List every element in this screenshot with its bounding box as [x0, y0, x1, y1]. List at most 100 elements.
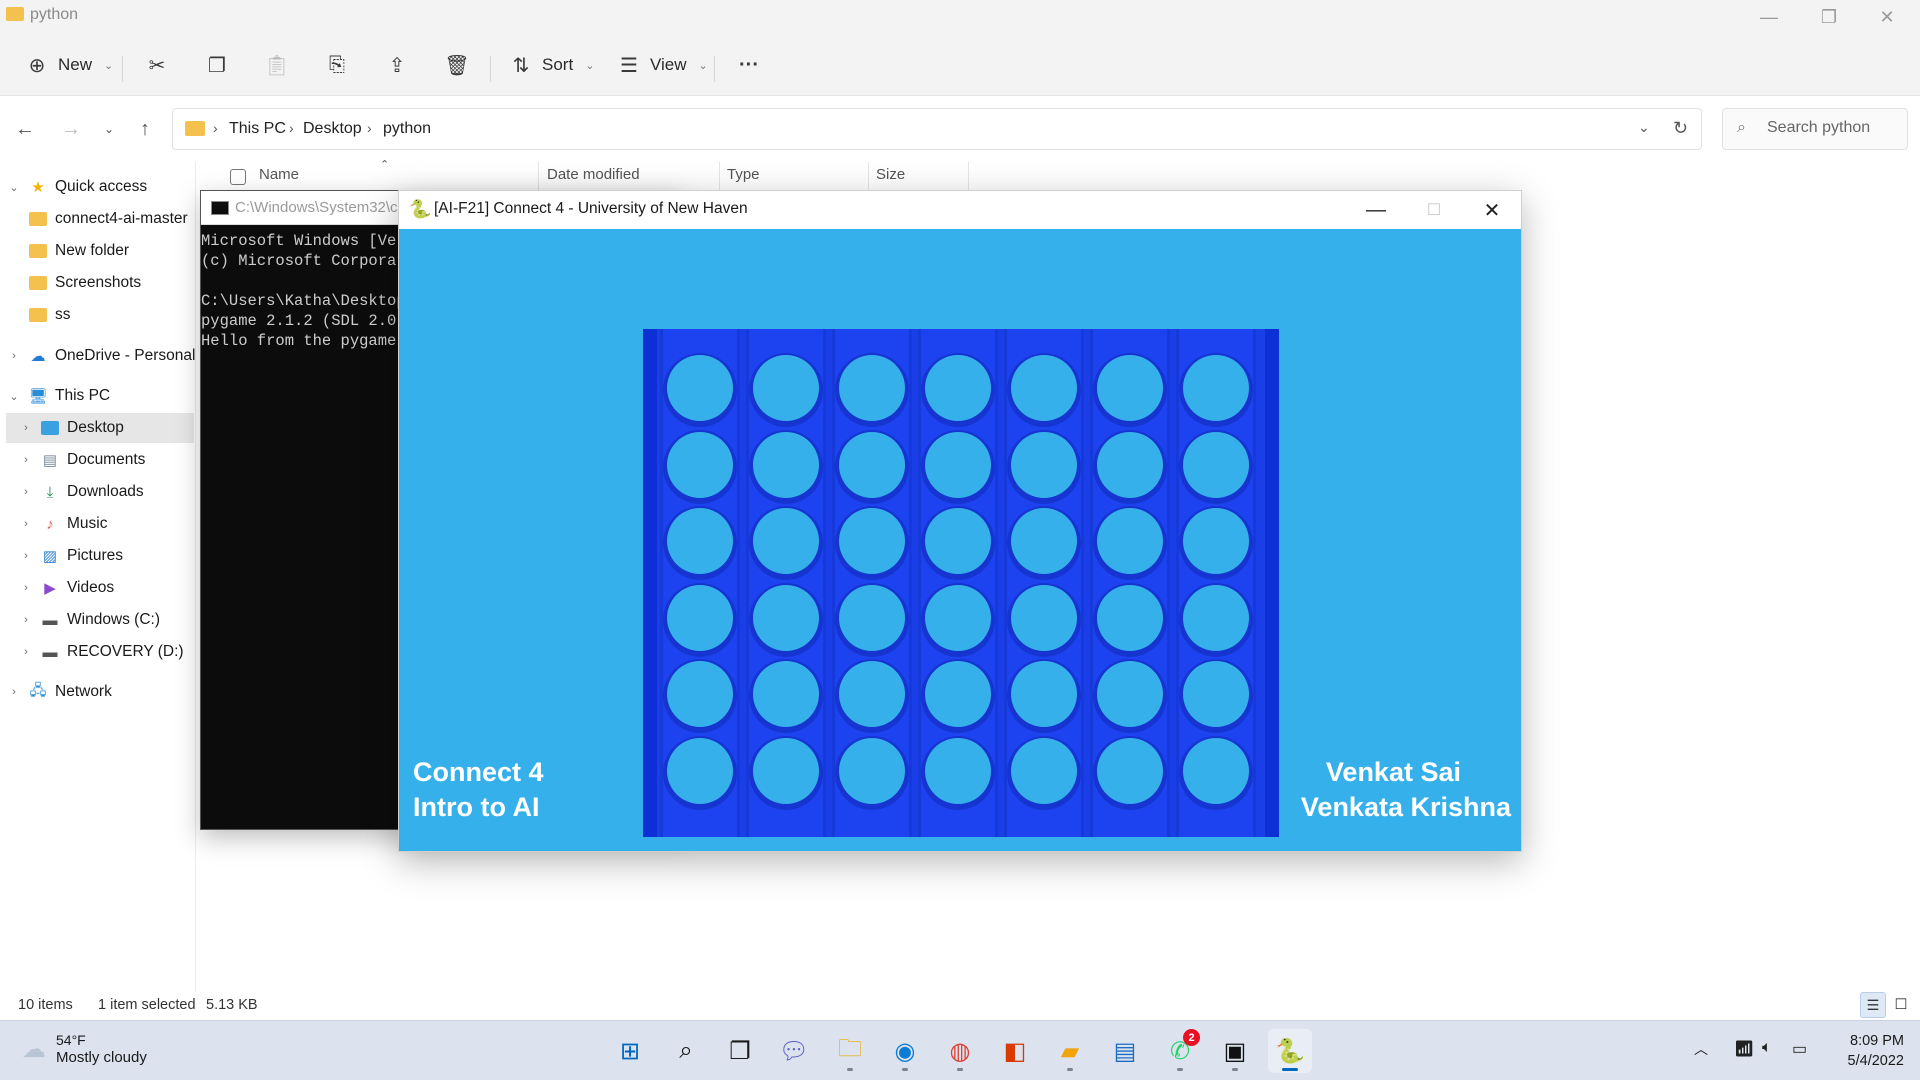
board-cell[interactable]	[1011, 661, 1077, 727]
board-cell[interactable]	[925, 737, 991, 804]
address-history-chevron-icon[interactable]: ⌄	[1638, 119, 1650, 136]
breadcrumb-this-pc[interactable]: This PC	[229, 120, 286, 138]
python-taskbar-button[interactable]: 🐍	[1268, 1029, 1312, 1073]
board-cell[interactable]	[839, 737, 905, 804]
board-cell[interactable]	[1183, 737, 1249, 804]
notepad-taskbar-button[interactable]: ▤	[1103, 1029, 1147, 1073]
rename-button[interactable]: ⎘	[324, 46, 350, 84]
wifi-icon[interactable]: 📶︎	[1734, 1039, 1754, 1059]
board-cell[interactable]	[1183, 584, 1249, 651]
board-cell[interactable]	[753, 661, 819, 727]
sidebar-item-network[interactable]: › 🖧︎ Network	[6, 677, 202, 707]
battery-icon[interactable]: ▭	[1792, 1039, 1807, 1059]
delete-button[interactable]: 🗑︎	[444, 46, 470, 84]
close-button[interactable]: ✕	[1858, 0, 1916, 34]
sidebar-item-new-folder[interactable]: New folder	[22, 236, 218, 266]
board-cell[interactable]	[667, 737, 733, 804]
chat-button[interactable]: 💬︎	[772, 1029, 816, 1073]
show-hidden-icons-chevron-icon[interactable]: ︿	[1694, 1039, 1708, 1059]
board-cell[interactable]	[753, 508, 819, 574]
board-cell[interactable]	[1011, 508, 1077, 574]
sidebar-item-connect4-ai-master[interactable]: connect4-ai-master	[22, 204, 218, 234]
details-view-button[interactable]: ☰	[1860, 992, 1886, 1018]
up-button[interactable]: ↑	[130, 114, 160, 144]
new-button[interactable]: ⊕ New ⌄	[24, 46, 114, 84]
board-cell[interactable]	[1011, 584, 1077, 651]
column-header-type[interactable]: Type	[727, 166, 760, 190]
select-all-checkbox[interactable]	[230, 169, 246, 185]
board-cell[interactable]	[1097, 508, 1163, 574]
share-button[interactable]: ⇪	[384, 46, 410, 84]
recent-locations-button[interactable]: ⌄	[94, 114, 124, 144]
office-taskbar-button[interactable]: ◧	[993, 1029, 1037, 1073]
cut-button[interactable]: ✂	[144, 46, 170, 84]
start-button[interactable]: ⊞	[608, 1029, 652, 1073]
sidebar-item-pictures[interactable]: › ▨ Pictures	[18, 541, 214, 571]
copy-button[interactable]: ❐	[204, 46, 230, 84]
sidebar-item-this-pc[interactable]: ⌄ 🖥︎ This PC	[6, 381, 202, 411]
search-input[interactable]	[1767, 119, 1897, 137]
board-cell[interactable]	[1011, 431, 1077, 498]
board-cell[interactable]	[667, 661, 733, 727]
sidebar-item-downloads[interactable]: › ⤓ Downloads	[18, 477, 214, 507]
game-canvas[interactable]: Connect 4 Intro to AI Venkat Sai Venkata…	[399, 229, 1521, 851]
sublime-taskbar-button[interactable]: ▰	[1048, 1029, 1092, 1073]
board-cell[interactable]	[839, 508, 905, 574]
board-cell[interactable]	[925, 661, 991, 727]
board-cell[interactable]	[839, 431, 905, 498]
address-bar[interactable]: › This PC › Desktop › python ⌄ ↻	[172, 108, 1702, 150]
board-cell[interactable]	[1011, 355, 1077, 421]
whatsapp-taskbar-button[interactable]: ✆ 2	[1158, 1029, 1202, 1073]
sidebar-item-ss[interactable]: ss	[22, 300, 218, 330]
column-header-date-modified[interactable]: Date modified	[547, 166, 640, 190]
board-cell[interactable]	[1183, 355, 1249, 421]
task-view-button[interactable]: ❐	[718, 1029, 762, 1073]
game-close-button[interactable]: ✕	[1463, 191, 1521, 229]
board-cell[interactable]	[1097, 355, 1163, 421]
minimize-button[interactable]: —	[1740, 0, 1798, 34]
refresh-icon[interactable]: ↻	[1673, 118, 1688, 139]
sidebar-item-videos[interactable]: › ▶ Videos	[18, 573, 214, 603]
board-cell[interactable]	[753, 355, 819, 421]
sidebar-item-desktop[interactable]: › Desktop	[6, 413, 194, 443]
forward-button[interactable]: →	[56, 114, 86, 144]
clock[interactable]: 8:09 PM 5/4/2022	[1820, 1031, 1904, 1071]
board-cell[interactable]	[839, 661, 905, 727]
board-cell[interactable]	[667, 431, 733, 498]
sidebar-item-windows-c[interactable]: › ▬ Windows (C:)	[18, 605, 214, 635]
board-cell[interactable]	[1097, 737, 1163, 804]
terminal-taskbar-button[interactable]: ▣	[1213, 1029, 1257, 1073]
file-explorer-taskbar-button[interactable]: 🗀	[828, 1029, 872, 1073]
sidebar-item-music[interactable]: › ♪ Music	[18, 509, 214, 539]
board-cell[interactable]	[1183, 661, 1249, 727]
sort-button[interactable]: ⇅ Sort ⌄	[508, 46, 595, 84]
tiles-view-button[interactable]: ☐	[1888, 992, 1914, 1018]
search-taskbar-button[interactable]: ⌕	[664, 1029, 708, 1073]
column-header-size[interactable]: Size	[876, 166, 905, 190]
sidebar-item-onedrive[interactable]: › ☁ OneDrive - Personal	[6, 341, 202, 371]
board-cell[interactable]	[1183, 508, 1249, 574]
view-button[interactable]: ☰ View ⌄	[616, 46, 708, 84]
game-minimize-button[interactable]: —	[1347, 191, 1405, 229]
board-cell[interactable]	[1011, 737, 1077, 804]
connect4-board[interactable]	[643, 329, 1279, 837]
board-cell[interactable]	[667, 584, 733, 651]
sidebar-item-documents[interactable]: › ▤ Documents	[18, 445, 214, 475]
board-cell[interactable]	[1097, 431, 1163, 498]
game-titlebar[interactable]: 🐍 [AI-F21] Connect 4 - University of New…	[399, 191, 1521, 229]
board-cell[interactable]	[667, 355, 733, 421]
more-options-button[interactable]: ···	[736, 46, 762, 84]
chrome-taskbar-button[interactable]: ◍	[938, 1029, 982, 1073]
breadcrumb-python[interactable]: python	[383, 120, 431, 138]
board-cell[interactable]	[925, 508, 991, 574]
back-button[interactable]: ←	[10, 114, 40, 144]
volume-icon[interactable]: 🔈︎	[1762, 1039, 1772, 1057]
sidebar-item-screenshots[interactable]: Screenshots	[22, 268, 218, 298]
sidebar-item-quick-access[interactable]: ⌄ ★ Quick access	[6, 172, 202, 202]
game-maximize-button[interactable]: ☐	[1405, 191, 1463, 229]
board-cell[interactable]	[925, 355, 991, 421]
board-cell[interactable]	[839, 584, 905, 651]
paste-button[interactable]: 📋︎	[264, 46, 290, 84]
board-cell[interactable]	[1097, 584, 1163, 651]
board-cell[interactable]	[1183, 431, 1249, 498]
